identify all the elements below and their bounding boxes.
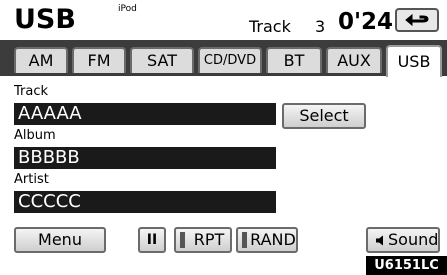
tab-bt[interactable]: BT <box>266 47 322 73</box>
pause-button[interactable]: II <box>138 227 166 253</box>
speaker-icon <box>376 235 383 246</box>
track-number: 3 <box>315 17 326 36</box>
album-field-label: Album <box>14 128 56 143</box>
track-field-label: Track <box>14 84 49 99</box>
header-bar: USB iPod Track 3 0'24" <box>0 0 447 40</box>
random-button[interactable]: RAND <box>236 227 298 253</box>
source-title: USB <box>14 4 76 35</box>
artist-field-label: Artist <box>14 172 49 187</box>
track-label: Track <box>249 17 291 36</box>
tab-cd-dvd[interactable]: CD/DVD <box>198 47 262 73</box>
menu-button[interactable]: Menu <box>14 227 106 253</box>
sound-label: Sound <box>388 230 439 249</box>
back-button[interactable] <box>395 8 439 32</box>
artist-name-field: CCCCC <box>14 191 276 213</box>
select-button[interactable]: Select <box>282 103 366 129</box>
repeat-label: RPT <box>193 230 225 249</box>
tab-am[interactable]: AM <box>14 47 68 73</box>
figure-id-label: U6151LC <box>366 256 447 275</box>
album-name-field: BBBBB <box>14 147 276 169</box>
track-name-field: AAAAA <box>14 103 276 125</box>
random-indicator <box>242 232 247 248</box>
repeat-indicator <box>180 232 185 248</box>
device-type-label: iPod <box>118 4 137 14</box>
back-arrow-icon <box>405 13 429 27</box>
random-label: RAND <box>250 230 296 249</box>
tab-usb[interactable]: USB <box>386 45 442 77</box>
sound-button[interactable]: Sound <box>366 227 440 253</box>
tab-aux[interactable]: AUX <box>326 47 382 73</box>
tab-fm[interactable]: FM <box>72 47 126 73</box>
repeat-button[interactable]: RPT <box>174 227 232 253</box>
tab-sat[interactable]: SAT <box>130 47 194 73</box>
